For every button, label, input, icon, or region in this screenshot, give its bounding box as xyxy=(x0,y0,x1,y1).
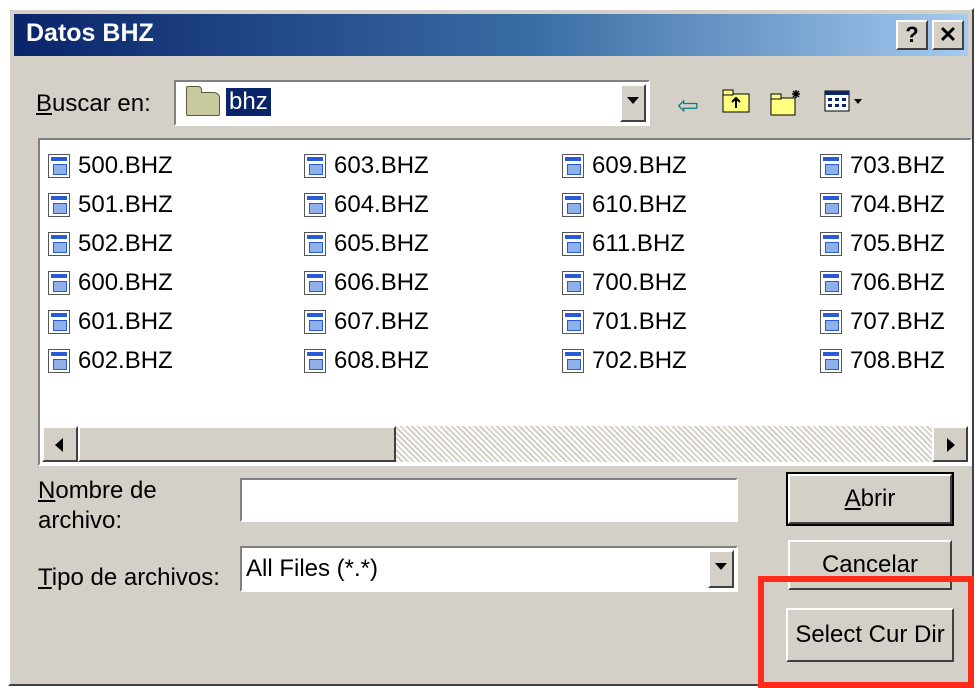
back-arrow-icon[interactable]: ⇦ xyxy=(670,88,706,122)
file-icon xyxy=(562,193,584,217)
file-icon xyxy=(48,154,70,178)
folder-icon xyxy=(186,86,220,116)
file-icon xyxy=(820,154,842,178)
filetype-dropdown-arrow[interactable] xyxy=(708,550,734,588)
look-in-dropdown[interactable]: bhz xyxy=(174,80,650,126)
file-icon xyxy=(48,193,70,217)
file-icon xyxy=(562,271,584,295)
file-icon xyxy=(820,193,842,217)
list-item[interactable]: 610.BHZ xyxy=(562,187,687,223)
scroll-right-button[interactable] xyxy=(932,426,968,462)
list-item[interactable]: 704.BHZ xyxy=(820,187,945,223)
filetype-dropdown[interactable]: All Files (*.*) xyxy=(240,546,738,592)
list-item[interactable]: 602.BHZ xyxy=(48,343,173,379)
file-icon xyxy=(562,154,584,178)
file-icon xyxy=(304,310,326,334)
list-item[interactable]: 603.BHZ xyxy=(304,148,429,184)
file-icon xyxy=(304,193,326,217)
new-folder-icon[interactable] xyxy=(768,88,804,122)
up-folder-icon[interactable] xyxy=(718,88,754,122)
help-button[interactable]: ? xyxy=(896,20,928,50)
list-item[interactable]: 701.BHZ xyxy=(562,304,687,340)
list-item[interactable]: 708.BHZ xyxy=(820,343,945,379)
list-item[interactable]: 600.BHZ xyxy=(48,265,173,301)
list-item[interactable]: 706.BHZ xyxy=(820,265,945,301)
file-icon xyxy=(304,154,326,178)
file-icon xyxy=(820,349,842,373)
window-title: Datos BHZ xyxy=(26,19,154,47)
file-icon xyxy=(820,232,842,256)
file-icon xyxy=(48,349,70,373)
look-in-value: bhz xyxy=(225,87,272,117)
list-item[interactable]: 705.BHZ xyxy=(820,226,945,262)
file-icon xyxy=(562,349,584,373)
file-icon xyxy=(562,232,584,256)
look-in-label: Buscar en: xyxy=(36,90,151,117)
scroll-left-button[interactable] xyxy=(42,426,78,462)
list-item[interactable]: 607.BHZ xyxy=(304,304,429,340)
list-item[interactable]: 502.BHZ xyxy=(48,226,173,262)
title-bar[interactable]: Datos BHZ ? ✕ xyxy=(14,14,968,56)
list-item[interactable]: 501.BHZ xyxy=(48,187,173,223)
open-button[interactable]: Abrir xyxy=(786,472,954,526)
list-item[interactable]: 606.BHZ xyxy=(304,265,429,301)
annotation-highlight-box xyxy=(758,576,974,688)
file-icon xyxy=(820,310,842,334)
list-item[interactable]: 604.BHZ xyxy=(304,187,429,223)
file-list[interactable]: 500.BHZ 501.BHZ 502.BHZ 600.BHZ 601.BHZ … xyxy=(38,138,972,466)
list-item[interactable]: 702.BHZ xyxy=(562,343,687,379)
file-icon xyxy=(304,349,326,373)
filename-input[interactable] xyxy=(240,478,738,522)
look-in-dropdown-arrow[interactable] xyxy=(620,84,646,122)
view-menu-icon[interactable] xyxy=(822,88,868,122)
list-item[interactable]: 609.BHZ xyxy=(562,148,687,184)
list-item[interactable]: 500.BHZ xyxy=(48,148,173,184)
file-icon xyxy=(562,310,584,334)
file-icon xyxy=(820,271,842,295)
list-item[interactable]: 700.BHZ xyxy=(562,265,687,301)
list-item[interactable]: 611.BHZ xyxy=(562,226,685,262)
file-icon xyxy=(304,271,326,295)
scrollbar-thumb[interactable] xyxy=(78,426,396,462)
file-icon xyxy=(48,271,70,295)
list-item[interactable]: 601.BHZ xyxy=(48,304,173,340)
filetype-value: All Files (*.*) xyxy=(246,555,379,582)
close-button[interactable]: ✕ xyxy=(932,20,964,50)
file-icon xyxy=(304,232,326,256)
list-item[interactable]: 605.BHZ xyxy=(304,226,429,262)
horizontal-scrollbar[interactable] xyxy=(42,426,968,462)
filetype-label: Tipo de archivos: xyxy=(38,564,220,591)
list-item[interactable]: 707.BHZ xyxy=(820,304,945,340)
list-item[interactable]: 703.BHZ xyxy=(820,148,945,184)
file-icon xyxy=(48,232,70,256)
list-item[interactable]: 608.BHZ xyxy=(304,343,429,379)
filename-label: Nombre de archivo: xyxy=(38,477,157,534)
file-icon xyxy=(48,310,70,334)
